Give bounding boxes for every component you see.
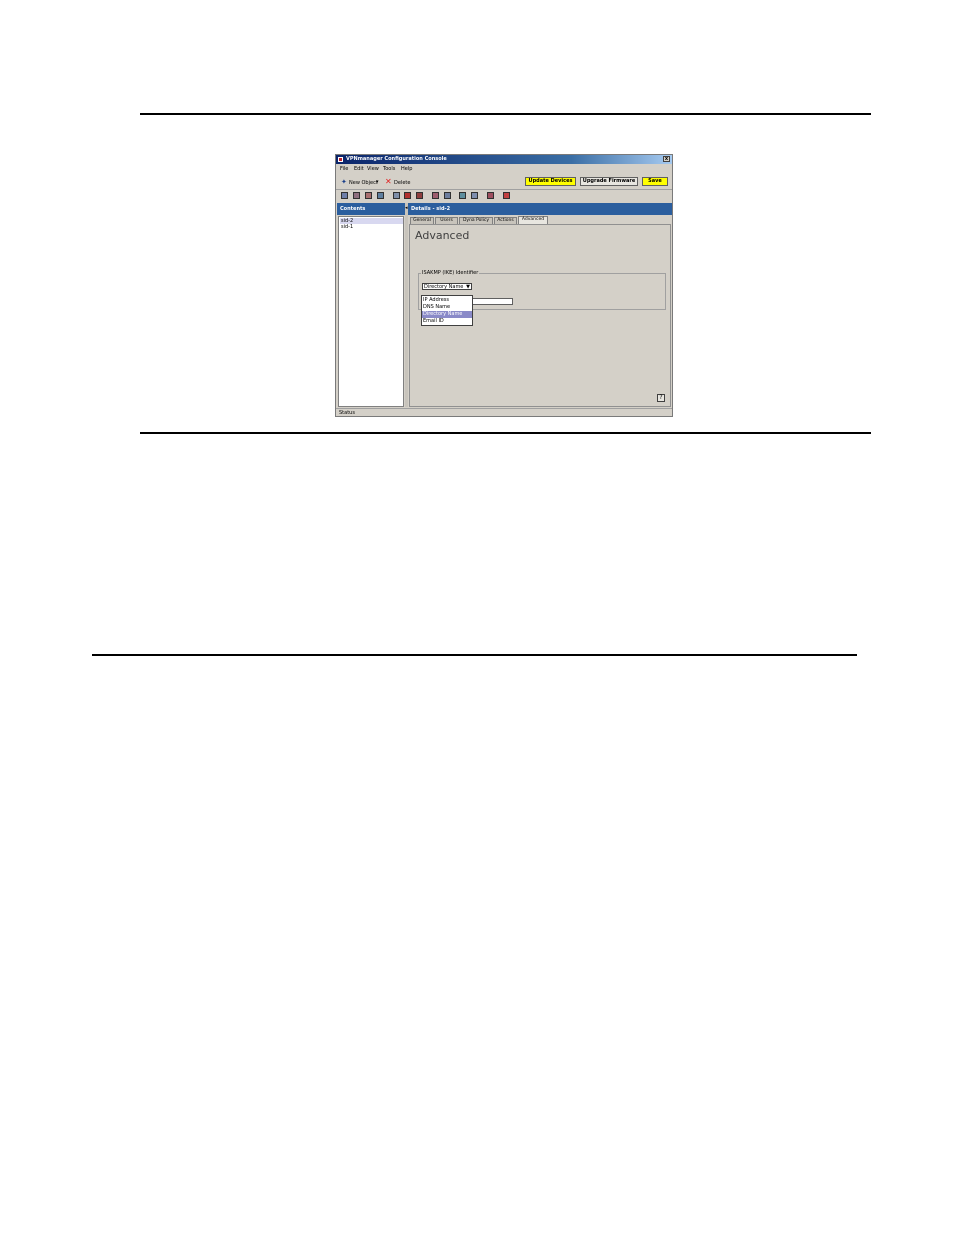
tab-dyna-policy[interactable]: Dyna Policy (459, 217, 493, 224)
identifier-type-select[interactable]: Directory Name ▼ (422, 283, 472, 290)
tab-general[interactable]: General (410, 217, 434, 224)
menu-view[interactable]: View (367, 165, 379, 174)
horizontal-rule-bottom (92, 654, 857, 656)
identifier-value-input[interactable] (471, 298, 513, 305)
menu-help[interactable]: Help (401, 165, 412, 174)
chevron-down-icon[interactable]: ▾ (376, 179, 379, 185)
main-toolbar: ✦ New Object ▾ ✕ Delete Update Devices U… (336, 175, 672, 190)
toolbar-icon-6[interactable] (404, 192, 411, 199)
update-devices-button[interactable]: Update Devices (525, 177, 576, 186)
isakmp-identifier-label: ISAKMP (IKE) Identifier (421, 270, 480, 276)
option-email-id[interactable]: Email ID (422, 318, 472, 325)
menu-edit[interactable]: Edit (354, 165, 364, 174)
close-icon[interactable]: x (663, 156, 670, 162)
contents-tree: sid-2 sid-1 (338, 216, 404, 407)
toolbar-icon-3[interactable] (365, 192, 372, 199)
toolbar-icon-12[interactable] (487, 192, 494, 199)
contents-header: Contents (337, 203, 405, 215)
toolbar-icon-11[interactable] (471, 192, 478, 199)
toolbar-icon-1[interactable] (341, 192, 348, 199)
toolbar-icon-10[interactable] (459, 192, 466, 199)
upgrade-firmware-button[interactable]: Upgrade Firmware (580, 177, 638, 186)
toolbar-icon-2[interactable] (353, 192, 360, 199)
tab-users[interactable]: Users (435, 217, 458, 224)
contents-pane: Contents sid-2 sid-1 (337, 203, 405, 407)
menu-bar: File Edit View Tools Help (336, 165, 672, 174)
details-pane: Details - sid-2 General Users Dyna Polic… (408, 203, 672, 407)
status-bar: Status (336, 408, 672, 416)
horizontal-rule-top (140, 113, 871, 115)
app-window: VPNmanager Configuration Console x File … (335, 154, 673, 417)
details-header: Details - sid-2 (408, 203, 672, 215)
toolbar-icon-9[interactable] (444, 192, 451, 199)
toolbar-icon-8[interactable] (432, 192, 439, 199)
advanced-panel: Advanced ISAKMP (IKE) Identifier Directo… (409, 224, 671, 407)
icon-toolbar (336, 190, 672, 202)
toolbar-icon-4[interactable] (377, 192, 384, 199)
delete-button[interactable]: Delete (394, 180, 410, 186)
delete-icon[interactable]: ✕ (385, 178, 392, 186)
option-ip-address[interactable]: IP Address (422, 297, 472, 304)
toolbar-icon-7[interactable] (416, 192, 423, 199)
option-directory-name[interactable]: Directory Name (422, 311, 472, 318)
horizontal-rule-middle (140, 432, 871, 434)
status-text: Status (339, 410, 355, 416)
tab-advanced[interactable]: Advanced (518, 216, 548, 224)
save-button[interactable]: Save (642, 177, 668, 186)
menu-file[interactable]: File (340, 165, 348, 174)
page-title: Advanced (415, 229, 470, 242)
new-object-button[interactable]: New Object (349, 180, 378, 186)
window-title: VPNmanager Configuration Console (346, 156, 447, 162)
toolbar-icon-13[interactable] (503, 192, 510, 199)
help-icon[interactable]: ? (657, 394, 665, 402)
identifier-type-value: Directory Name (424, 284, 464, 290)
chevron-down-icon[interactable]: ▼ (466, 284, 470, 290)
option-dns-name[interactable]: DNS Name (422, 304, 472, 311)
tab-actions[interactable]: Actions (494, 217, 517, 224)
title-bar: VPNmanager Configuration Console x (336, 155, 672, 164)
tree-item-sid-1[interactable]: sid-1 (340, 224, 403, 230)
new-object-icon[interactable]: ✦ (341, 179, 348, 186)
menu-tools[interactable]: Tools (383, 165, 395, 174)
toolbar-icon-5[interactable] (393, 192, 400, 199)
identifier-type-dropdown: IP Address DNS Name Directory Name Email… (421, 295, 473, 326)
app-icon (338, 157, 343, 162)
